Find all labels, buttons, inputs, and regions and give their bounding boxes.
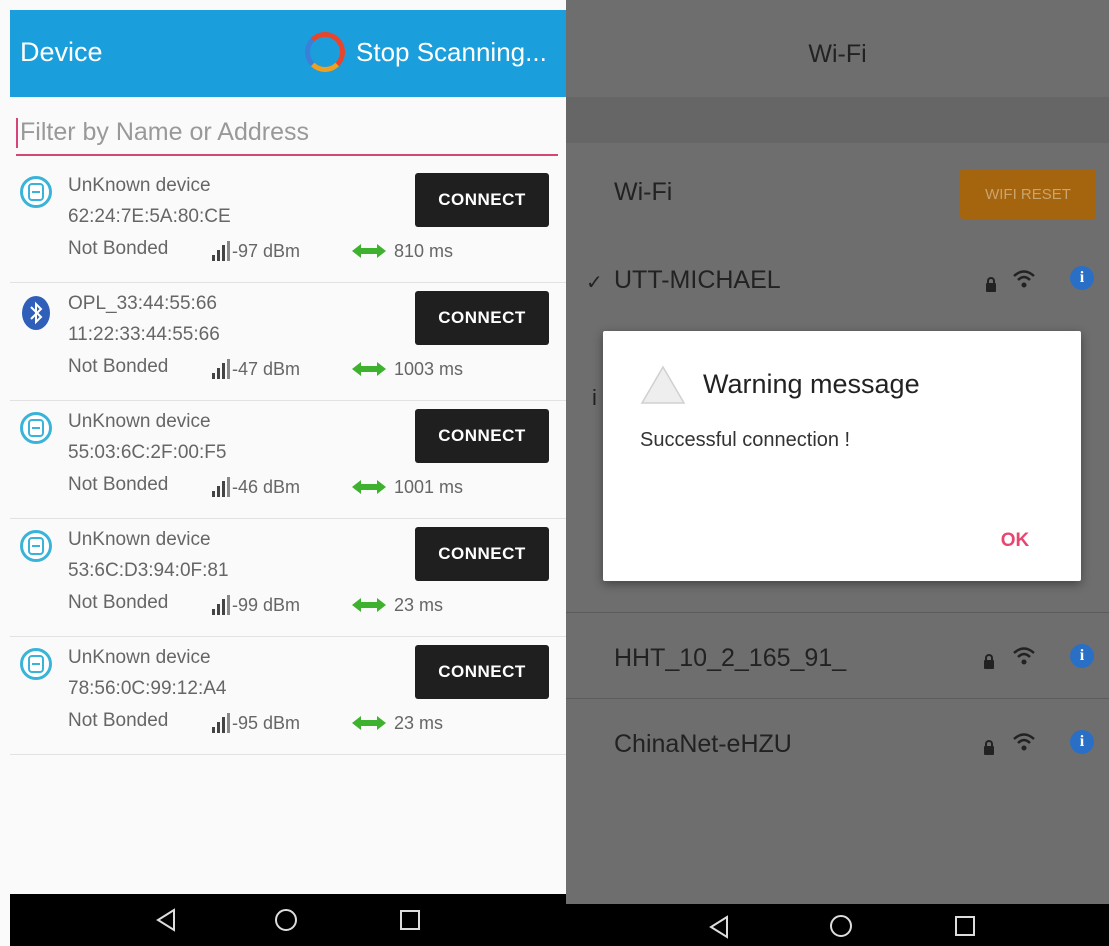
device-address: 11:22:33:44:55:66 [68, 324, 220, 345]
wifi-settings-screen: Wi-Fi Wi-Fi WIFI RESET ✓ UTT-MICHAEL i i… [566, 0, 1109, 946]
divider [566, 612, 1109, 613]
recents-icon[interactable] [399, 909, 421, 931]
back-icon[interactable] [708, 915, 730, 939]
interval-arrow-icon [352, 480, 386, 494]
app-title: Device [20, 37, 103, 67]
beacon-icon [20, 530, 52, 562]
dialog-message: Successful connection ! [640, 429, 851, 451]
signal-strength-icon [212, 477, 232, 497]
network-item-chinanet[interactable]: ChinaNet-eHZU [614, 730, 792, 759]
navigation-bar [10, 894, 566, 946]
dialog-title: Warning message [703, 369, 920, 399]
advertising-interval: 1003 ms [394, 359, 464, 379]
signal-strength-icon [212, 359, 232, 379]
advertising-interval: 23 ms [394, 595, 444, 615]
device-address: 53:6C:D3:94:0F:81 [68, 560, 229, 581]
bond-status: Not Bonded [68, 356, 169, 377]
device-name: UnKnown device [68, 647, 211, 668]
bond-status: Not Bonded [68, 592, 169, 613]
device-name: OPL_33:44:55:66 [68, 293, 217, 314]
wifi-page-title: Wi-Fi [808, 40, 867, 68]
divider [566, 698, 1109, 699]
recents-icon[interactable] [954, 915, 976, 937]
connect-button[interactable]: CONNECT [415, 645, 549, 699]
device-address: 78:56:0C:99:12:A4 [68, 678, 227, 699]
lock-icon [984, 740, 994, 755]
device-address: 62:24:7E:5A:80:CE [68, 206, 231, 227]
filter-input[interactable] [20, 112, 550, 152]
connect-button[interactable]: CONNECT [415, 527, 549, 581]
obscured-row-glyph: i [592, 385, 597, 410]
rssi-value: -95 dBm [232, 713, 301, 733]
lock-icon [984, 654, 994, 669]
advertising-interval: 810 ms [394, 241, 454, 261]
connected-network[interactable]: UTT-MICHAEL [614, 266, 781, 295]
wifi-signal-icon [1013, 733, 1035, 751]
beacon-icon [20, 648, 52, 680]
filter-field [16, 112, 558, 156]
beacon-icon [20, 176, 52, 208]
home-icon[interactable] [829, 914, 853, 938]
device-name: UnKnown device [68, 411, 211, 432]
device-address: 55:03:6C:2F:00:F5 [68, 442, 227, 463]
info-icon[interactable]: i [1070, 644, 1094, 668]
wifi-signal-icon [1013, 647, 1035, 665]
device-name: UnKnown device [68, 175, 211, 196]
home-icon[interactable] [274, 908, 298, 932]
info-icon[interactable]: i [1070, 730, 1094, 754]
back-icon[interactable] [155, 908, 177, 932]
check-icon: ✓ [586, 272, 603, 294]
interval-arrow-icon [352, 362, 386, 376]
network-item-hht[interactable]: HHT_10_2_165_91_ [614, 644, 846, 673]
device-row: UnKnown device 78:56:0C:99:12:A4 Not Bonde… [10, 638, 566, 755]
navigation-bar [566, 904, 1109, 946]
header-band [566, 97, 1109, 143]
rssi-value: -47 dBm [232, 359, 301, 379]
scanning-spinner-icon [305, 32, 345, 72]
device-row: UnKnown device 55:03:6C:2F:00:F5 Not Bonde… [10, 402, 566, 519]
warning-icon [640, 365, 686, 404]
ble-scanner-screen: Device Stop Scanning... UnKnown device 62… [0, 0, 566, 946]
interval-arrow-icon [352, 598, 386, 612]
interval-arrow-icon [352, 716, 386, 730]
advertising-interval: 1001 ms [394, 477, 464, 497]
bond-status: Not Bonded [68, 474, 169, 495]
connect-button[interactable]: CONNECT [415, 173, 549, 227]
interval-arrow-icon [352, 244, 386, 258]
connect-button[interactable]: CONNECT [415, 409, 549, 463]
bond-status: Not Bonded [68, 238, 169, 259]
wifi-signal-icon [1013, 270, 1035, 288]
device-name: UnKnown device [68, 529, 211, 550]
rssi-value: -97 dBm [232, 241, 301, 261]
wifi-reset-button[interactable]: WIFI RESET [960, 169, 1096, 219]
signal-strength-icon [212, 595, 232, 615]
beacon-icon [20, 412, 52, 444]
device-row: UnKnown device 53:6C:D3:94:0F:81 Not Bonde… [10, 520, 566, 637]
device-row: UnKnown device 62:24:7E:5A:80:CE Not Bonde… [10, 166, 566, 283]
advertising-interval: 23 ms [394, 713, 444, 733]
rssi-value: -46 dBm [232, 477, 301, 497]
connect-button[interactable]: CONNECT [415, 291, 549, 345]
ok-button[interactable]: OK [985, 523, 1045, 559]
warning-dialog: Warning message Successful connection ! … [603, 331, 1081, 581]
bond-status: Not Bonded [68, 710, 169, 731]
wifi-label: Wi-Fi [614, 178, 673, 206]
app-bar: Device Stop Scanning... [10, 10, 566, 97]
rssi-value: -99 dBm [232, 595, 301, 615]
device-row: OPL_33:44:55:66 11:22:33:44:55:66 Not Bond… [10, 284, 566, 401]
bluetooth-icon [22, 296, 50, 330]
signal-strength-icon [212, 713, 232, 733]
text-cursor [16, 118, 18, 148]
info-icon[interactable]: i [1070, 266, 1094, 290]
signal-strength-icon [212, 241, 232, 261]
lock-icon [986, 277, 996, 292]
stop-scanning-button[interactable]: Stop Scanning... [356, 37, 547, 68]
